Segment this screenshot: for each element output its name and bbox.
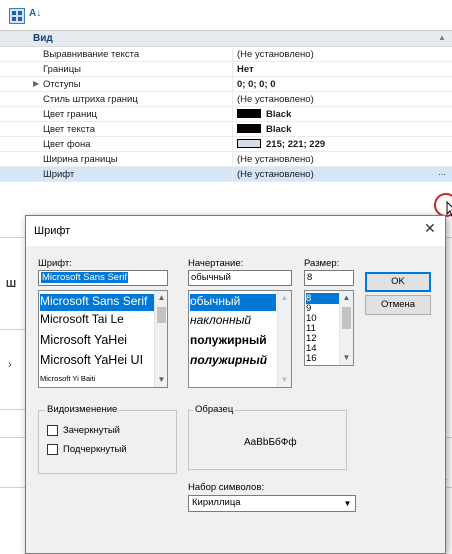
background-label: Ш bbox=[6, 279, 17, 290]
property-name: Цвет текста bbox=[43, 124, 95, 135]
expand-icon[interactable]: ▶ bbox=[33, 79, 39, 88]
dialog-title: Шрифт bbox=[34, 225, 71, 237]
scroll-down-icon[interactable]: ▼ bbox=[155, 373, 167, 387]
property-row[interactable]: Цвет текста Black bbox=[0, 122, 452, 137]
ellipsis-button[interactable]: ... bbox=[434, 168, 450, 181]
size-list-scrollbar[interactable]: ▲ ▼ bbox=[339, 291, 353, 365]
property-value: (Не установлено) bbox=[237, 169, 314, 180]
property-row-font[interactable]: Шрифт (Не установлено) ... bbox=[0, 167, 452, 182]
scroll-down-icon[interactable]: ▼ bbox=[278, 373, 291, 387]
property-value: (Не установлено) bbox=[237, 94, 314, 105]
style-list-item[interactable]: обычный bbox=[190, 294, 276, 311]
color-swatch bbox=[237, 124, 261, 133]
style-list-scrollbar[interactable]: ▲ ▼ bbox=[277, 291, 291, 387]
font-list[interactable]: Microsoft Sans Serif Microsoft Tai Le Mi… bbox=[38, 290, 168, 388]
font-list-item[interactable]: Microsoft Tai Le bbox=[40, 312, 124, 326]
property-row[interactable]: Выравнивание текста (Не установлено) bbox=[0, 47, 452, 62]
style-label: Начертание: bbox=[188, 258, 244, 269]
property-row[interactable]: Границы Нет bbox=[0, 62, 452, 77]
sort-alphabetical-icon[interactable]: A↓ bbox=[29, 8, 45, 24]
font-name-input[interactable]: Microsoft Sans Serif bbox=[38, 270, 168, 286]
scroll-up-icon[interactable]: ▲ bbox=[340, 291, 353, 305]
font-style-list[interactable]: обычный наклонный полужирный полужирный … bbox=[188, 290, 292, 388]
effects-group: Видоизменение Зачеркнутый Подчеркнутый bbox=[38, 404, 177, 474]
font-list-item[interactable]: Microsoft Sans Serif bbox=[40, 294, 154, 311]
property-row[interactable]: Цвет фона 215; 221; 229 bbox=[0, 137, 452, 152]
scroll-thumb[interactable] bbox=[157, 307, 166, 323]
property-row[interactable]: Стиль штриха границ (Не установлено) bbox=[0, 92, 452, 107]
property-grid: Вид ▲ Выравнивание текста (Не установлен… bbox=[0, 30, 452, 219]
categorized-view-icon[interactable] bbox=[9, 8, 25, 24]
property-value: (Не установлено) bbox=[237, 49, 314, 60]
property-name: Границы bbox=[43, 64, 81, 75]
collapse-icon[interactable]: ▲ bbox=[438, 33, 446, 42]
strikeout-checkbox[interactable] bbox=[47, 425, 58, 436]
scroll-thumb[interactable] bbox=[342, 307, 351, 329]
charset-label: Набор символов: bbox=[188, 482, 265, 493]
strikeout-label: Зачеркнутый bbox=[63, 425, 120, 436]
property-name: Шрифт bbox=[43, 169, 75, 180]
font-list-scrollbar[interactable]: ▲ ▼ bbox=[154, 291, 167, 387]
scroll-up-icon[interactable]: ▲ bbox=[155, 291, 167, 305]
property-name: Ширина границы bbox=[43, 154, 118, 165]
font-style-input[interactable]: обычный bbox=[188, 270, 292, 286]
mouse-cursor-icon bbox=[446, 200, 452, 220]
font-dialog: Шрифт ✕ Шрифт: Microsoft Sans Serif Micr… bbox=[25, 215, 446, 554]
charset-select[interactable]: Кириллица ▼ bbox=[188, 495, 356, 512]
property-name: Цвет фона bbox=[43, 139, 91, 150]
sample-group: Образец AaBbБбФф bbox=[188, 404, 347, 470]
scroll-down-icon[interactable]: ▼ bbox=[340, 351, 353, 365]
background-arrow-icon: › bbox=[8, 359, 12, 371]
close-icon[interactable]: ✕ bbox=[424, 220, 436, 237]
chevron-down-icon[interactable]: ▼ bbox=[341, 497, 354, 510]
scroll-up-icon[interactable]: ▲ bbox=[278, 291, 291, 305]
category-label: Вид bbox=[33, 33, 53, 44]
property-row[interactable]: ▶ Отступы 0; 0; 0; 0 bbox=[0, 77, 452, 92]
property-value: Black bbox=[237, 109, 291, 120]
dialog-body: Шрифт: Microsoft Sans Serif Microsoft Sa… bbox=[26, 246, 445, 553]
property-name: Стиль штриха границ bbox=[43, 94, 138, 105]
size-label: Размер: bbox=[304, 258, 340, 269]
property-name: Цвет границ bbox=[43, 109, 97, 120]
font-list-item[interactable]: Microsoft Yi Baiti bbox=[40, 374, 95, 383]
font-label: Шрифт: bbox=[38, 258, 72, 269]
underline-checkbox[interactable] bbox=[47, 444, 58, 455]
cancel-button[interactable]: Отмена bbox=[365, 295, 431, 315]
property-value: Black bbox=[237, 124, 291, 135]
color-swatch bbox=[237, 139, 261, 148]
property-value: 0; 0; 0; 0 bbox=[237, 79, 276, 90]
font-list-item[interactable]: Microsoft YaHei UI bbox=[40, 353, 143, 367]
sample-text: AaBbБбФф bbox=[244, 437, 297, 448]
property-name: Отступы bbox=[43, 79, 81, 90]
color-swatch bbox=[237, 109, 261, 118]
style-list-item[interactable]: полужирный bbox=[190, 333, 267, 347]
font-size-list[interactable]: 8 9 10 11 12 14 16 ▲ ▼ bbox=[304, 290, 354, 366]
property-value: Нет bbox=[237, 64, 254, 75]
font-list-item[interactable]: Microsoft YaHei bbox=[40, 333, 127, 347]
effects-label: Видоизменение bbox=[45, 404, 120, 415]
property-value: 215; 221; 229 bbox=[237, 139, 325, 150]
font-size-input[interactable]: 8 bbox=[304, 270, 354, 286]
property-grid-toolbar: A↓ bbox=[0, 0, 452, 30]
category-row[interactable]: Вид ▲ bbox=[0, 31, 452, 47]
ok-button[interactable]: OK bbox=[365, 272, 431, 292]
property-value: (Не установлено) bbox=[237, 154, 314, 165]
property-row[interactable]: Ширина границы (Не установлено) bbox=[0, 152, 452, 167]
underline-label: Подчеркнутый bbox=[63, 444, 127, 455]
size-list-item[interactable]: 16 bbox=[306, 353, 317, 364]
style-list-item[interactable]: полужирный bbox=[190, 353, 267, 367]
style-list-item[interactable]: наклонный bbox=[190, 313, 251, 327]
property-row[interactable]: Цвет границ Black bbox=[0, 107, 452, 122]
sample-label: Образец bbox=[193, 404, 236, 415]
property-name: Выравнивание текста bbox=[43, 49, 140, 60]
